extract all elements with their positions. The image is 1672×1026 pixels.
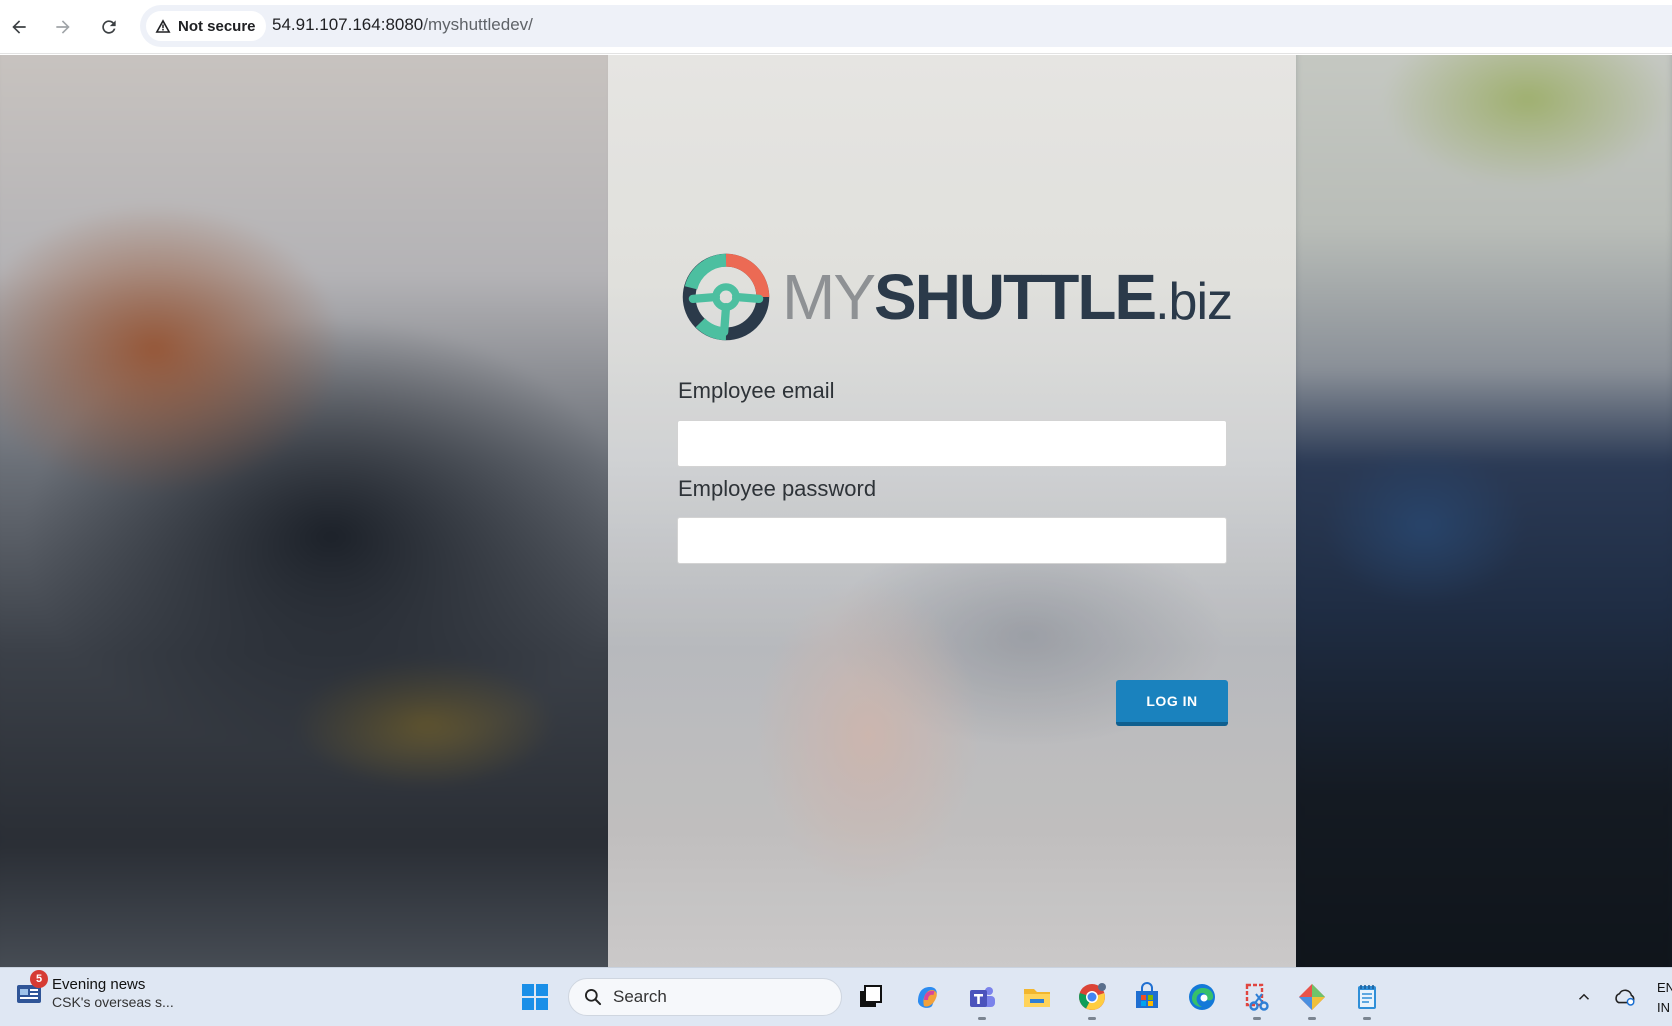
copilot-icon[interactable] <box>910 980 944 1014</box>
region-code: IN <box>1657 999 1670 1015</box>
chrome-icon[interactable] <box>1075 980 1109 1020</box>
login-button[interactable]: LOG IN <box>1116 680 1228 726</box>
reload-button[interactable] <box>92 10 126 44</box>
arrow-left-icon <box>12 20 26 34</box>
windows-taskbar: 5 Evening news CSK's overseas s... Searc… <box>0 967 1672 1026</box>
background-photo-right <box>1288 55 1672 967</box>
warning-icon <box>155 19 171 33</box>
page-viewport: MYSHUTTLE.biz Employee email Employee pa… <box>0 55 1672 967</box>
email-label: Employee email <box>678 378 835 403</box>
logo-my: MY <box>782 261 876 333</box>
logo-biz: .biz <box>1155 273 1233 331</box>
email-field[interactable] <box>677 420 1227 467</box>
security-label: Not secure <box>178 17 256 35</box>
onedrive-icon[interactable] <box>1608 980 1642 1014</box>
security-indicator[interactable]: Not secure <box>146 11 266 41</box>
logo-wordmark: MYSHUTTLE.biz <box>782 265 1233 331</box>
password-field[interactable] <box>677 517 1227 564</box>
steering-wheel-icon <box>682 253 770 341</box>
url-text[interactable]: 54.91.107.164:8080/myshuttledev/ <box>272 15 533 35</box>
running-indicator <box>1253 1017 1261 1020</box>
reload-icon <box>102 20 116 34</box>
browser-toolbar: Not secure 54.91.107.164:8080/myshuttled… <box>0 0 1672 54</box>
file-explorer-icon[interactable] <box>1020 980 1054 1014</box>
snipping-tool-icon[interactable] <box>1240 980 1274 1020</box>
forward-button[interactable] <box>46 10 80 44</box>
language-indicator[interactable]: EN IN <box>1657 978 1672 1017</box>
login-panel: MYSHUTTLE.biz Employee email Employee pa… <box>608 55 1296 967</box>
store-icon[interactable] <box>1130 980 1164 1014</box>
teams-icon[interactable] <box>965 980 999 1020</box>
taskbar-search[interactable]: Search <box>568 978 842 1016</box>
background-photo-left <box>0 55 621 967</box>
back-button[interactable] <box>2 10 36 44</box>
running-indicator <box>1308 1017 1316 1020</box>
edge-icon[interactable] <box>1185 980 1219 1014</box>
password-label: Employee password <box>678 476 877 501</box>
windows-start-icon[interactable] <box>518 980 552 1014</box>
search-placeholder: Search <box>613 987 667 1006</box>
task-view-icon[interactable] <box>854 980 888 1014</box>
panel-overlay <box>608 55 1296 967</box>
url-host: 54.91.107.164:8080 <box>272 15 424 34</box>
chevron-up-icon[interactable] <box>1568 980 1600 1014</box>
arrow-right-icon <box>56 20 70 34</box>
running-indicator <box>978 1017 986 1020</box>
news-title: Evening news <box>52 976 146 993</box>
running-indicator <box>1088 1017 1096 1020</box>
language-code: EN <box>1657 980 1672 995</box>
news-icon: 5 <box>14 970 48 1008</box>
news-badge: 5 <box>30 970 48 989</box>
myshuttle-logo: MYSHUTTLE.biz <box>680 251 1233 343</box>
git-icon[interactable] <box>1295 980 1329 1020</box>
search-icon <box>585 989 602 1006</box>
news-subtitle: CSK's overseas s... <box>52 994 174 1010</box>
news-widget[interactable]: 5 Evening news CSK's overseas s... <box>14 970 174 1011</box>
logo-shuttle: SHUTTLE <box>874 261 1157 333</box>
notepad-icon[interactable] <box>1350 980 1384 1020</box>
url-path: /myshuttledev/ <box>423 15 533 34</box>
address-bar[interactable]: Not secure 54.91.107.164:8080/myshuttled… <box>140 5 1672 47</box>
running-indicator <box>1363 1017 1371 1020</box>
